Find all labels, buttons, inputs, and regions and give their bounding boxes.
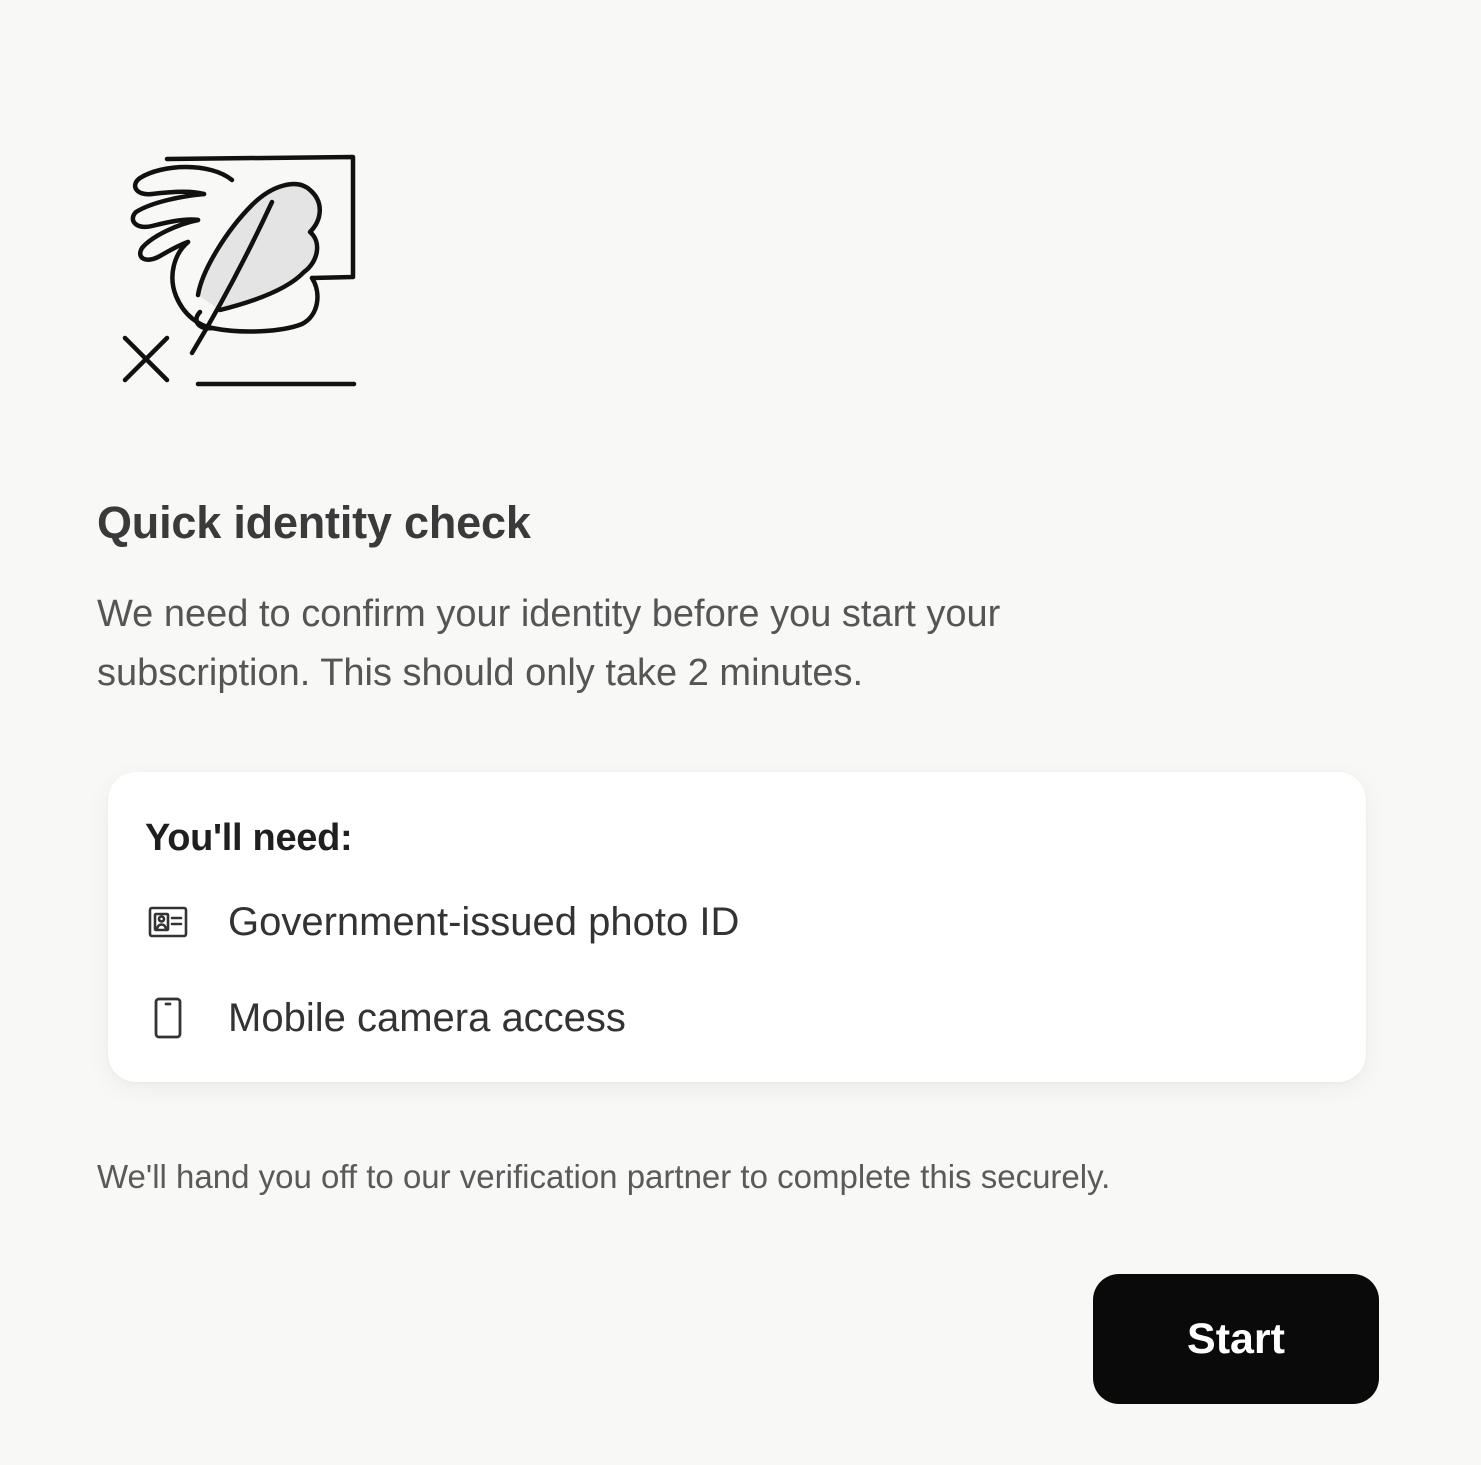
mobile-phone-icon [145,995,191,1041]
identity-check-page: Quick identity check We need to confirm … [0,0,1481,1465]
verification-partner-note: We'll hand you off to our verification p… [97,1158,1111,1195]
page-title: Quick identity check [97,497,531,548]
page-description: We need to confirm your identity before … [97,593,1001,694]
start-button[interactable]: Start [1093,1274,1379,1404]
requirements-heading: You'll need: [145,817,353,859]
requirement-photo-id: Government-issued photo ID [145,897,739,947]
requirements-card: You'll need: Government-issued photo ID [108,772,1366,1082]
id-card-icon [145,899,191,945]
requirement-camera-access: Mobile camera access [145,993,626,1043]
requirement-label: Mobile camera access [228,995,626,1040]
signature-quill-icon [112,150,362,395]
requirement-label: Government-issued photo ID [228,899,740,944]
